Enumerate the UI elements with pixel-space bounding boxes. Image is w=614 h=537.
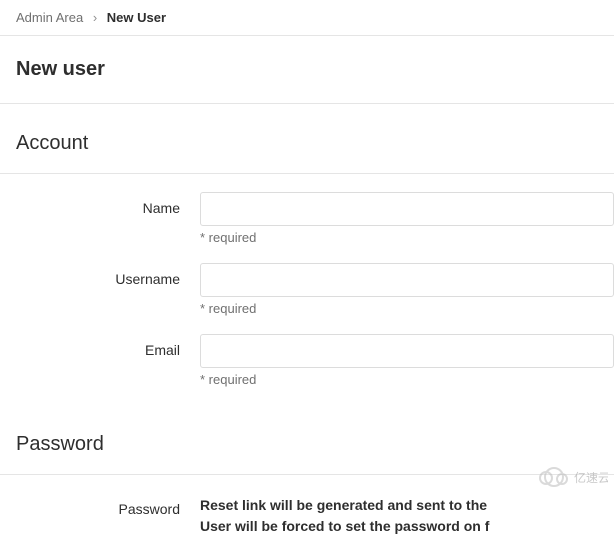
label-name: Name [0, 192, 200, 216]
name-field[interactable] [200, 192, 614, 226]
username-field[interactable] [200, 263, 614, 297]
label-password: Password [0, 493, 200, 517]
section-title-password: Password [0, 405, 614, 475]
label-email: Email [0, 334, 200, 358]
form-row-email: Email * required [0, 334, 614, 387]
breadcrumb-current: New User [107, 10, 166, 25]
account-form: Name * required Username * required Emai… [0, 174, 614, 387]
breadcrumb: Admin Area › New User [0, 0, 614, 36]
chevron-right-icon: › [93, 10, 97, 25]
section-title-account: Account [0, 104, 614, 174]
hint-name: * required [200, 230, 614, 245]
breadcrumb-root-link[interactable]: Admin Area [16, 10, 83, 25]
password-form: Password Reset link will be generated an… [0, 475, 614, 537]
svg-text:亿速云: 亿速云 [574, 470, 608, 485]
form-row-name: Name * required [0, 192, 614, 245]
watermark-logo: 亿速云 [536, 460, 608, 494]
password-info-line2: User will be forced to set the password … [200, 516, 614, 537]
page-title: New user [0, 36, 614, 104]
label-username: Username [0, 263, 200, 287]
password-info-line1: Reset link will be generated and sent to… [200, 495, 614, 516]
hint-email: * required [200, 372, 614, 387]
email-field[interactable] [200, 334, 614, 368]
hint-username: * required [200, 301, 614, 316]
form-row-username: Username * required [0, 263, 614, 316]
